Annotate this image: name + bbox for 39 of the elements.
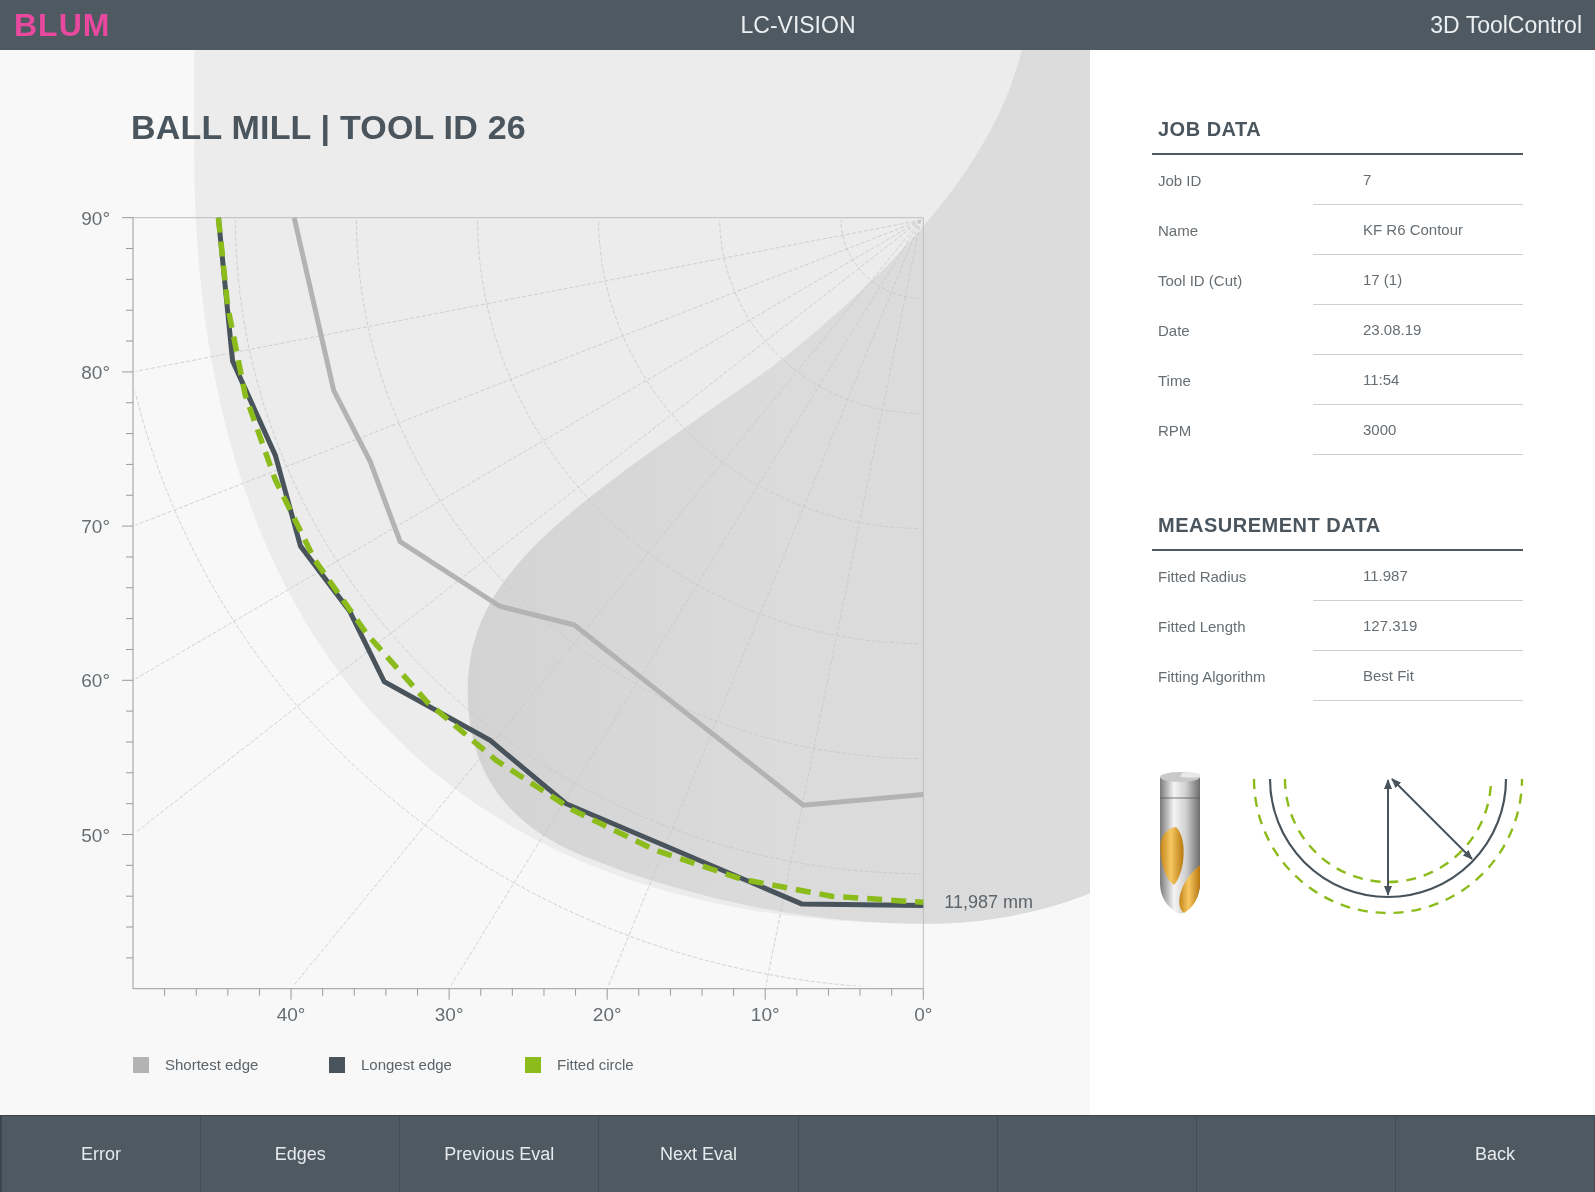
drill-bit-icon (1160, 771, 1200, 914)
field-value: 11.987 (1313, 551, 1523, 601)
field-label: Name (1157, 220, 1199, 241)
field-label: Fitting Algorithm (1157, 666, 1267, 687)
axis-tick-label: 30° (434, 1003, 464, 1025)
field-label: Date (1157, 320, 1191, 341)
axis-tick-label: 20° (592, 1003, 622, 1025)
axis-tick-label: 40° (276, 1003, 306, 1025)
field-label: Job ID (1157, 170, 1203, 191)
field-label: Tool ID (Cut) (1157, 270, 1244, 291)
axis-tick-label: 70° (81, 516, 110, 538)
section-heading: JOB DATA (1152, 117, 1523, 155)
field-value: 11:54 (1313, 355, 1523, 405)
axis-tick-label: 60° (81, 670, 110, 692)
axis-tick-label: 50° (81, 824, 110, 846)
axis-tick-label: 80° (81, 361, 110, 383)
field-value: 3000 (1313, 405, 1523, 455)
axis-tick-label: 10° (750, 1003, 780, 1025)
field-label: Time (1157, 370, 1192, 391)
field-value: Best Fit (1313, 651, 1523, 701)
legend-label: Fitted circle (557, 1055, 634, 1075)
app-title: LC-VISION (740, 11, 856, 39)
field-value: 7 (1313, 155, 1523, 205)
legend-label: Longest edge (361, 1055, 452, 1075)
axis-tick-label: 90° (81, 207, 110, 229)
field-value: 127.319 (1313, 601, 1523, 651)
product-name: 3D ToolControl (1430, 11, 1582, 39)
annotation-label: 11,987 mm (944, 892, 1033, 913)
panel-title: BALL MILL | TOOL ID 26 (131, 107, 526, 147)
legend-label: Shortest edge (165, 1055, 259, 1075)
brand-logo: BLUM (14, 9, 111, 41)
field-label: Fitted Radius (1157, 566, 1248, 587)
field-value: 17 (1) (1313, 255, 1523, 305)
axis-tick-label: 0° (914, 1003, 933, 1025)
section-heading: MEASUREMENT DATA (1152, 513, 1523, 551)
field-value: 23.08.19 (1313, 305, 1523, 355)
field-value: KF R6 Contour (1313, 205, 1523, 255)
field-label: Fitted Length (1157, 616, 1247, 637)
field-label: RPM (1157, 420, 1193, 441)
